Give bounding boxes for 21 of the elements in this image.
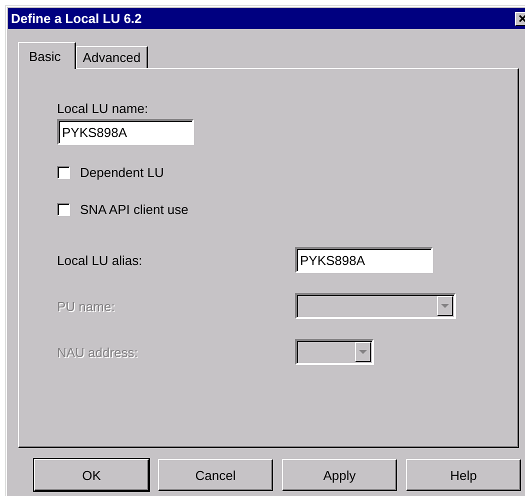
tab[interactable]: Basic [18,42,76,69]
dialog-button[interactable]: Cancel [158,459,273,491]
checkbox-label: Dependent LU [80,165,164,180]
dropdown-field[interactable] [295,339,374,365]
checkbox-label: SNA API client use [80,202,188,217]
tab[interactable]: Advanced [76,46,148,68]
field-label: Local LU alias: [57,252,144,268]
dialog-button[interactable]: Help [406,459,521,491]
dropdown-field[interactable] [295,293,456,319]
dropdown-arrow-icon[interactable] [355,342,371,362]
window-title: Define a Local LU 6.2 [11,11,142,26]
input-field[interactable]: PYKS898A [295,247,433,273]
field-label: Local LU name: [57,101,148,116]
field-label: NAU address: [57,344,139,360]
field-label: PU name: [57,298,116,314]
input-field[interactable]: PYKS898A [57,119,194,145]
dialog-button[interactable]: Apply [282,459,397,491]
dropdown-arrow-icon[interactable] [437,296,453,316]
dialog-button[interactable]: OK [34,459,149,491]
checkbox[interactable] [57,203,70,216]
checkbox[interactable] [57,166,70,179]
